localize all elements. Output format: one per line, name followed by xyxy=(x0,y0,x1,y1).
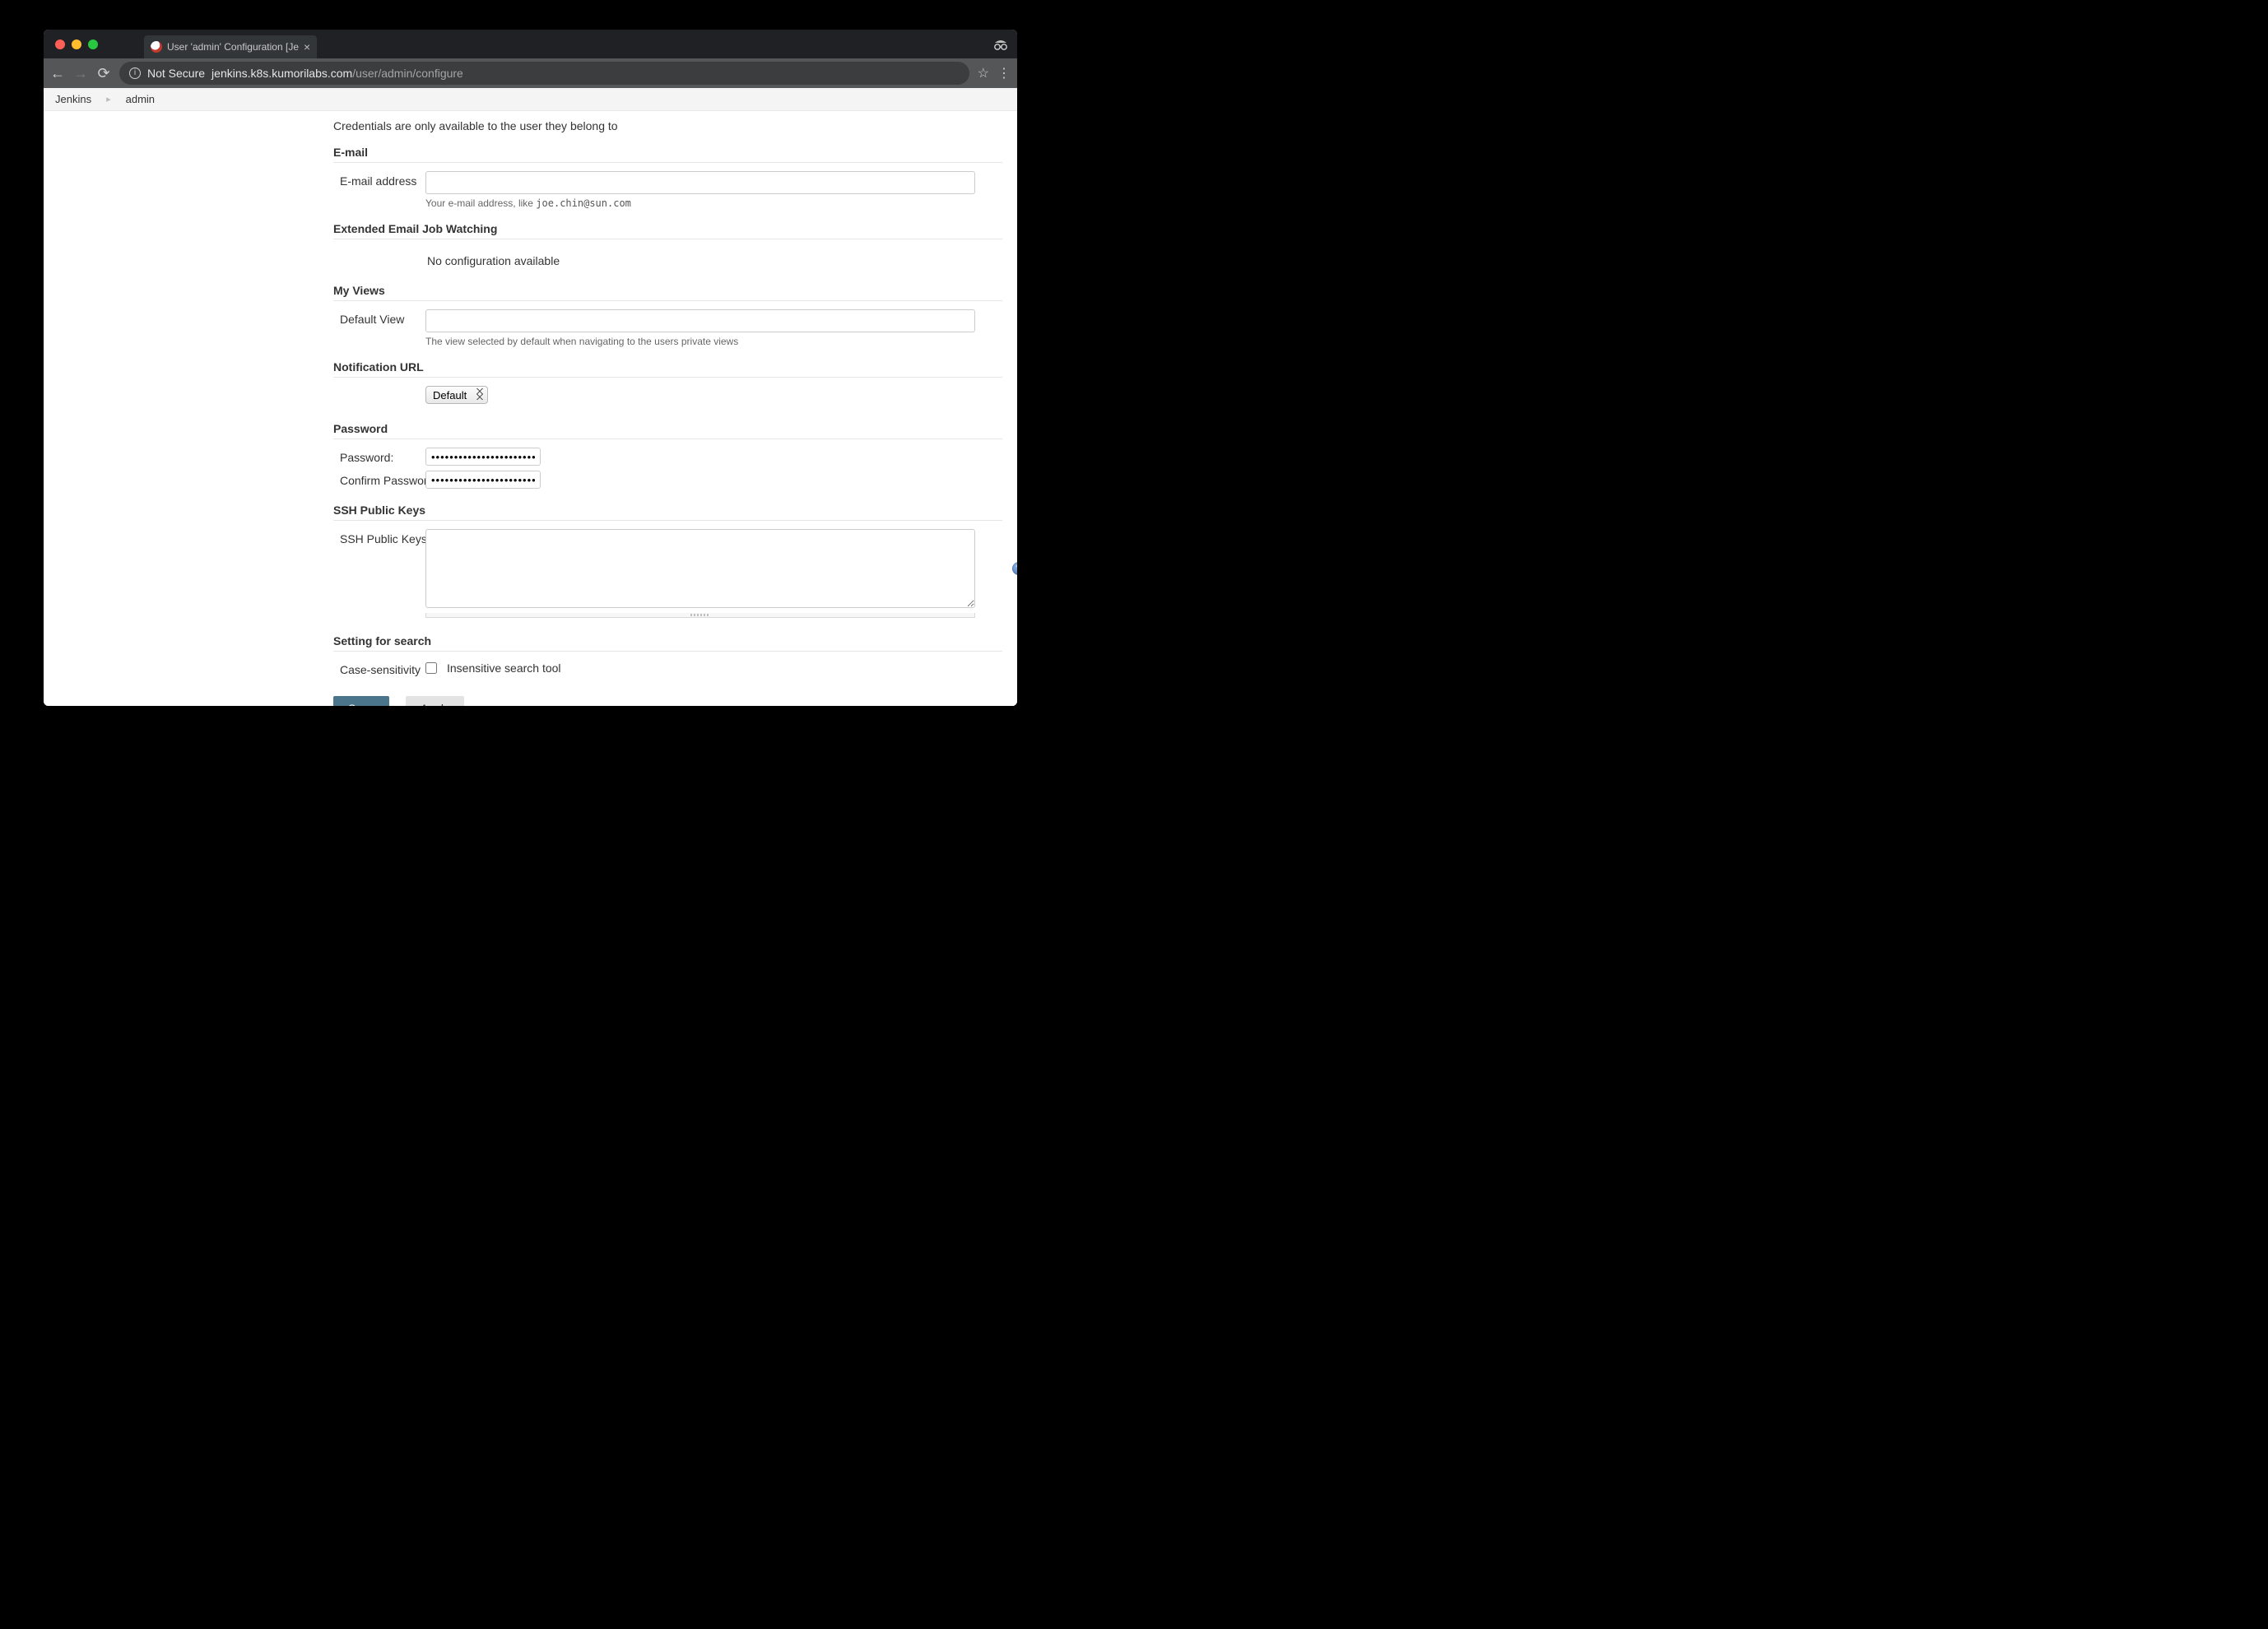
ssh-keys-label: SSH Public Keys xyxy=(333,529,425,545)
breadcrumb-link[interactable]: admin xyxy=(126,93,155,105)
insensitive-search-label: Insensitive search tool xyxy=(447,661,561,675)
case-sensitivity-label: Case-sensitivity xyxy=(333,660,425,676)
address-bar[interactable]: i Not Secure jenkins.k8s.kumorilabs.com/… xyxy=(119,62,969,85)
confirm-password-input[interactable] xyxy=(425,471,541,489)
tab-title: User 'admin' Configuration [Je xyxy=(167,41,299,53)
url-text: jenkins.k8s.kumorilabs.com/user/admin/co… xyxy=(211,67,463,80)
form-actions: Save Apply xyxy=(333,678,1002,706)
textarea-resize-handle[interactable] xyxy=(425,613,975,618)
help-icon[interactable]: ? xyxy=(1012,562,1017,575)
section-email: E-mail xyxy=(333,141,1002,163)
section-search-settings: Setting for search xyxy=(333,629,1002,652)
password-input[interactable] xyxy=(425,448,541,466)
chevron-right-icon: ▸ xyxy=(106,94,111,104)
email-address-input[interactable] xyxy=(425,171,975,194)
config-form: Credentials are only available to the us… xyxy=(44,111,1017,706)
browser-menu-icon[interactable]: ⋮ xyxy=(997,65,1011,81)
breadcrumb-link[interactable]: Jenkins xyxy=(55,93,91,105)
security-label: Not Secure xyxy=(147,67,205,80)
page-body: Jenkins ▸ admin Credentials are only ava… xyxy=(44,88,1017,706)
back-button[interactable]: ← xyxy=(50,65,65,82)
email-help-text: Your e-mail address, like joe.chin@sun.c… xyxy=(425,194,1002,216)
default-view-label: Default View xyxy=(333,309,425,326)
breadcrumb: Jenkins ▸ admin xyxy=(44,88,1017,111)
close-window-button[interactable] xyxy=(55,39,65,49)
window-controls xyxy=(50,30,103,58)
password-label: Password: xyxy=(333,448,425,464)
save-button[interactable]: Save xyxy=(333,696,389,706)
close-tab-icon[interactable]: × xyxy=(304,41,310,53)
section-notification-url: Notification URL xyxy=(333,355,1002,378)
insensitive-search-checkbox[interactable] xyxy=(425,662,437,674)
default-view-help: The view selected by default when naviga… xyxy=(425,332,1002,354)
incognito-icon xyxy=(992,30,1009,58)
extended-email-message: No configuration available xyxy=(333,244,1002,279)
section-extended-email: Extended Email Job Watching xyxy=(333,217,1002,239)
tab-strip: User 'admin' Configuration [Je × xyxy=(44,30,1017,58)
ssh-keys-textarea[interactable] xyxy=(425,529,975,608)
notification-url-select[interactable]: Default xyxy=(425,386,488,404)
browser-toolbar: ← → ⟳ i Not Secure jenkins.k8s.kumorilab… xyxy=(44,58,1017,88)
reload-button[interactable]: ⟳ xyxy=(96,65,111,82)
section-my-views: My Views xyxy=(333,279,1002,301)
browser-window: User 'admin' Configuration [Je × ← → ⟳ i… xyxy=(44,30,1017,706)
site-info-icon[interactable]: i xyxy=(129,67,141,79)
minimize-window-button[interactable] xyxy=(72,39,81,49)
forward-button[interactable]: → xyxy=(73,65,88,82)
email-address-label: E-mail address xyxy=(333,171,425,188)
apply-button[interactable]: Apply xyxy=(406,696,464,706)
default-view-input[interactable] xyxy=(425,309,975,332)
section-password: Password xyxy=(333,417,1002,439)
jenkins-favicon xyxy=(151,41,162,53)
page-viewport: Jenkins ▸ admin Credentials are only ava… xyxy=(44,88,1017,706)
confirm-password-label: Confirm Password: xyxy=(333,471,425,487)
bookmark-star-icon[interactable]: ☆ xyxy=(978,65,989,81)
browser-tab[interactable]: User 'admin' Configuration [Je × xyxy=(144,35,317,58)
fullscreen-window-button[interactable] xyxy=(88,39,98,49)
section-ssh-keys: SSH Public Keys xyxy=(333,499,1002,521)
credentials-note: Credentials are only available to the us… xyxy=(333,119,1002,132)
